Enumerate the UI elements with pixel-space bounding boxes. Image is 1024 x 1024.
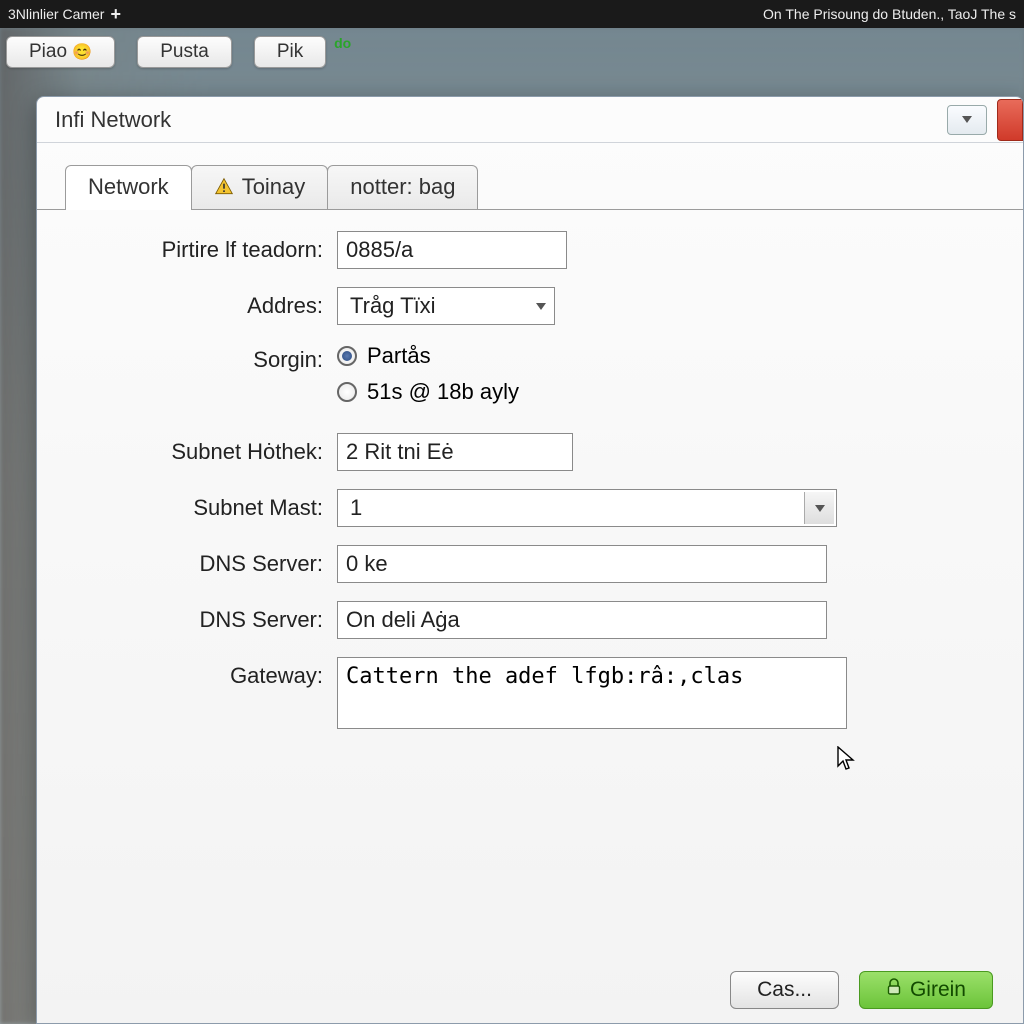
subnet-hothek-label: Subnet Hȯthek:	[77, 439, 337, 465]
dns2-input[interactable]	[337, 601, 827, 639]
browser-tabs: Piao 😊 Pusta Pikdo	[0, 28, 1024, 68]
dialog-button-row: Cas... Girein	[730, 971, 993, 1009]
dns2-label: DNS Server:	[77, 607, 337, 633]
dropdown-window-button[interactable]	[947, 105, 987, 135]
tab-piao[interactable]: Piao 😊	[6, 36, 115, 68]
dns1-label: DNS Server:	[77, 551, 337, 577]
tab-network[interactable]: Network	[65, 165, 192, 210]
pirtire-input[interactable]	[337, 231, 567, 269]
subnet-mast-combo[interactable]: 1	[337, 489, 837, 527]
dialog-titlebar: Infi Network	[37, 97, 1023, 143]
face-icon: 😊	[72, 44, 92, 61]
network-form: Pirtire lf teadorn: Addres: Tråg Tïxi So…	[37, 211, 1023, 734]
dns1-input[interactable]	[337, 545, 827, 583]
cancel-button[interactable]: Cas...	[730, 971, 839, 1009]
topbar-status: On The Prisoung do Btuden., TaoJ The s	[763, 6, 1016, 22]
tab-toinay[interactable]: Toinay	[191, 165, 329, 210]
dialog-tabs: Network Toinay notter: bag	[65, 165, 1023, 210]
gateway-input[interactable]	[337, 657, 847, 729]
close-window-button[interactable]	[997, 99, 1023, 141]
sorgin-option-51s[interactable]: 51s @ 18b ayly	[337, 379, 519, 405]
gateway-label: Gateway:	[77, 657, 337, 689]
subnet-mast-label: Subnet Mast:	[77, 495, 337, 521]
ok-button[interactable]: Girein	[859, 971, 993, 1009]
dialog-title: Infi Network	[55, 107, 171, 133]
sorgin-option-partas[interactable]: Partås	[337, 343, 519, 369]
tab-notter-bag[interactable]: notter: bag	[327, 165, 478, 210]
radio-unchecked-icon	[337, 382, 357, 402]
topbar-title: 3Nlinlier Camer	[8, 6, 104, 22]
addres-label: Addres:	[77, 293, 337, 319]
add-tab-icon[interactable]: +	[110, 4, 121, 25]
app-topbar: 3Nlinlier Camer + On The Prisoung do Btu…	[0, 0, 1024, 28]
network-dialog: Infi Network Network Toinay notter: bag …	[36, 96, 1024, 1024]
tab-pusta[interactable]: Pusta	[137, 36, 232, 68]
chevron-down-icon	[536, 303, 546, 310]
lock-icon	[886, 978, 902, 1002]
chevron-down-icon	[962, 116, 972, 123]
chevron-down-icon	[815, 505, 825, 512]
subnet-hothek-input[interactable]	[337, 433, 573, 471]
sorgin-label: Sorgin:	[77, 343, 337, 373]
addres-select[interactable]: Tråg Tïxi	[337, 287, 555, 325]
radio-checked-icon	[337, 346, 357, 366]
pirtire-label: Pirtire lf teadorn:	[77, 237, 337, 263]
tab-pik[interactable]: Pikdo	[254, 36, 326, 68]
warning-icon	[214, 177, 234, 197]
do-badge: do	[334, 35, 351, 51]
